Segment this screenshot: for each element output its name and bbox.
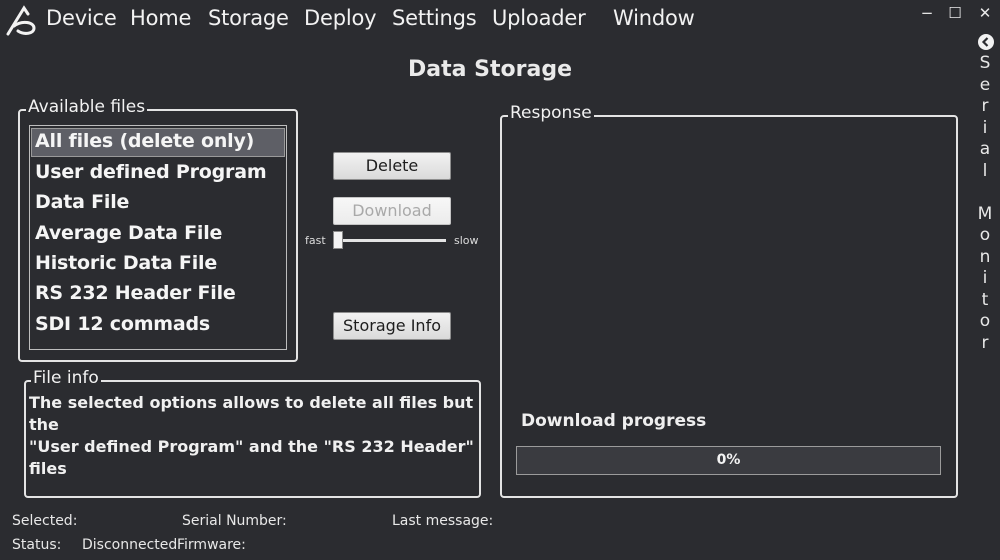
menu-device[interactable]: Device [46,6,117,30]
status-value: Disconnected [82,537,178,553]
minimize-button[interactable]: − [916,4,938,22]
file-item-rs232-header-file[interactable]: RS 232 Header File [35,282,236,304]
file-item-historic-data-file[interactable]: Historic Data File [35,252,217,274]
response-group [500,115,958,498]
serial-monitor-letter: l [982,160,988,181]
delete-button[interactable]: Delete [333,152,451,180]
download-button[interactable]: Download [333,197,451,225]
collapse-arrow-icon[interactable] [978,34,994,50]
download-progress-label: Download progress [521,411,707,431]
serial-monitor-letter: i [982,268,988,288]
selected-label: Selected: [12,513,78,529]
serial-monitor-letter: o [979,311,991,331]
file-info-text: The selected options allows to delete al… [29,392,475,480]
file-info-legend: File info [31,368,101,388]
download-progress-text: 0% [716,452,741,468]
serial-monitor-letter: t [981,289,989,310]
menu-settings[interactable]: Settings [392,6,477,30]
response-legend: Response [508,103,594,123]
file-list[interactable]: All files (delete only) User defined Pro… [29,125,287,350]
serial-monitor-letter: r [981,96,989,116]
storage-info-button[interactable]: Storage Info [333,312,451,340]
file-item-data-file[interactable]: Data File [35,191,129,213]
status-label: Status: [12,537,62,553]
page-title: Data Storage [408,57,572,82]
maximize-button[interactable]: ☐ [944,4,966,22]
app-logo-icon [6,5,36,36]
download-progress-bar: 0% [516,446,941,475]
serial-monitor-letter: a [979,139,991,159]
serial-monitor-letter: r [981,332,989,353]
serial-monitor-letter: n [979,246,991,267]
menu-uploader[interactable]: Uploader [492,6,586,30]
slider-min-label: fast [305,234,326,247]
serial-monitor-letter: i [982,117,988,138]
serial-monitor-tab[interactable]: S e r i a l M o n i t o r [974,53,996,354]
serial-number-label: Serial Number: [182,513,287,529]
close-button[interactable]: ✕ [974,4,996,22]
menu-deploy[interactable]: Deploy [304,6,377,30]
file-info-line: "User defined Program" and the "RS 232 H… [29,437,474,478]
speed-slider-track[interactable] [340,239,446,242]
menu-storage[interactable]: Storage [208,6,289,30]
firmware-label: Firmware: [177,537,246,553]
file-info-line: The selected options allows to delete al… [29,393,474,434]
available-files-legend: Available files [26,97,148,117]
serial-monitor-letter: o [979,225,991,245]
serial-monitor-letter: M [977,203,993,224]
last-message-label: Last message: [392,513,494,529]
slider-max-label: slow [454,234,479,247]
file-item-all-files[interactable]: All files (delete only) [35,130,254,152]
serial-monitor-spacer [974,182,996,204]
menu-home[interactable]: Home [130,6,191,30]
file-item-average-data-file[interactable]: Average Data File [35,222,222,244]
speed-slider-handle[interactable] [333,231,343,249]
file-item-user-defined-program[interactable]: User defined Program [35,161,267,183]
menu-window[interactable]: Window [613,6,695,30]
file-item-sdi12-commands[interactable]: SDI 12 commads [35,313,210,335]
